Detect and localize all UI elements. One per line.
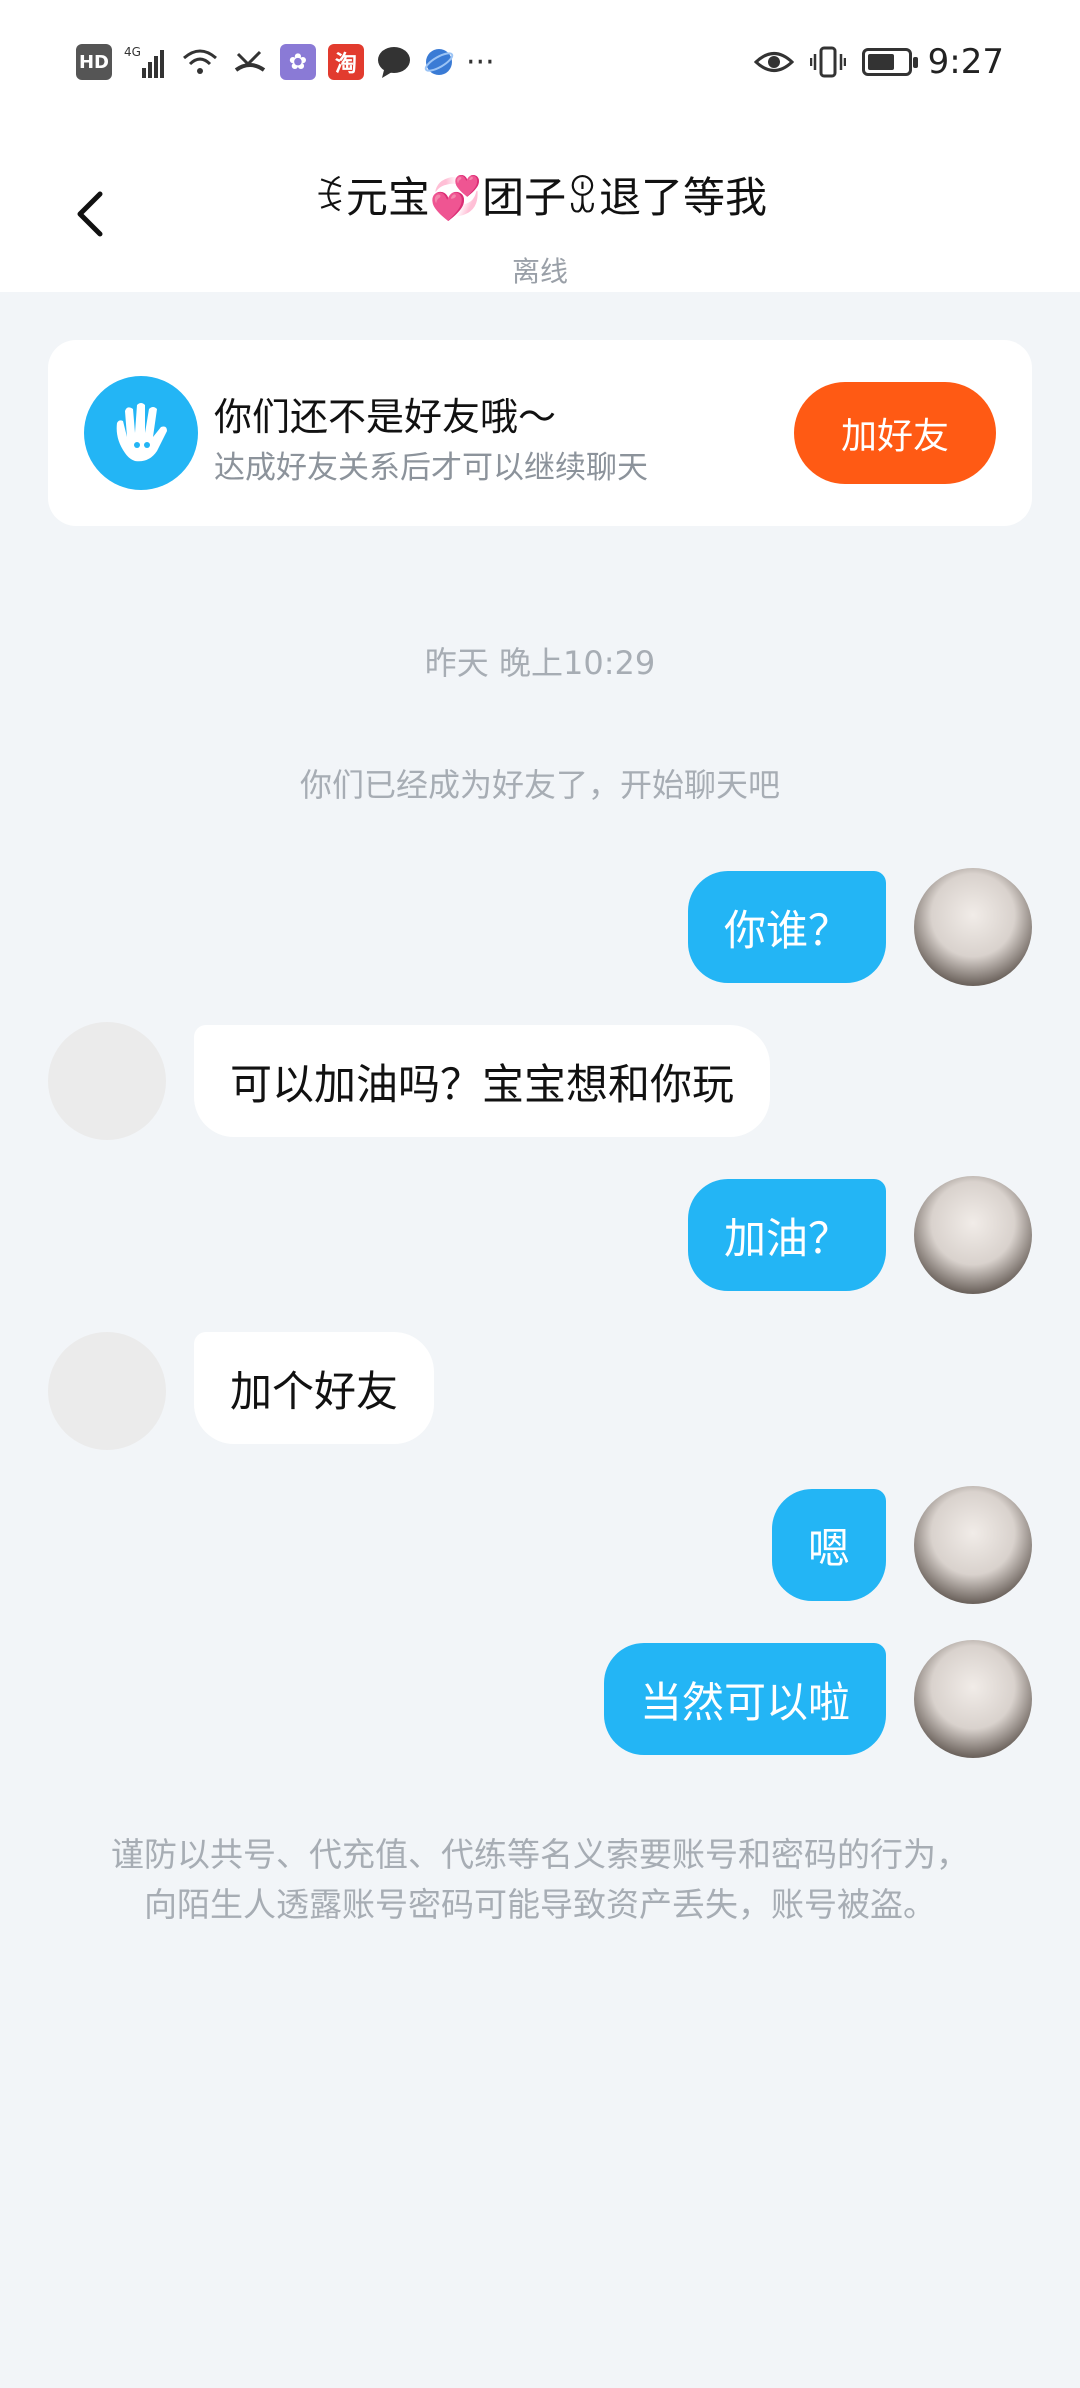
svg-text:4G: 4G <box>124 45 141 59</box>
wave-hand-icon <box>84 376 198 490</box>
browser-icon <box>424 49 454 75</box>
status-bar-left: HD 4G ✿ 淘 ··· <box>76 44 495 80</box>
missed-call-icon <box>234 50 266 72</box>
battery-icon <box>861 48 918 76</box>
my-avatar[interactable] <box>914 1486 1032 1604</box>
message-bubble-sent[interactable]: 嗯 <box>771 1489 886 1601</box>
add-friend-button[interactable]: 加好友 <box>794 382 996 484</box>
message-bubble-sent[interactable]: 当然可以啦 <box>603 1643 886 1755</box>
status-bar: HD 4G ✿ 淘 ··· 9:27 <box>0 0 1080 128</box>
chat-header: ꉂ元宝💞团子ꀾ退了等我 离线 <box>0 128 1080 292</box>
friend-card-title: 你们还不是好友哦～ <box>214 395 557 439</box>
message-bubble-sent[interactable]: 加油？ <box>687 1179 886 1291</box>
vibrate-icon <box>809 46 846 78</box>
contact-status: 离线 <box>511 255 568 288</box>
app-icon: ✿ <box>280 44 316 80</box>
more-dots-icon: ··· <box>466 44 495 80</box>
security-warning: 谨防以共号、代充值、代练等名义索要账号和密码的行为，向陌生人透露账号密码可能导致… <box>111 1835 969 1924</box>
system-message: 你们已经成为好友了，开始聊天吧 <box>299 766 780 804</box>
message-bubble-sent[interactable]: 你谁？ <box>687 871 886 983</box>
friend-request-card: 你们还不是好友哦～ 达成好友关系后才可以继续聊天 加好友 <box>48 340 1032 526</box>
eye-icon <box>753 52 794 72</box>
my-avatar[interactable] <box>914 1176 1032 1294</box>
message-icon <box>378 47 410 78</box>
my-avatar[interactable] <box>914 1640 1032 1758</box>
wifi-icon <box>183 49 217 74</box>
friend-card-subtitle: 达成好友关系后才可以继续聊天 <box>214 450 648 486</box>
taobao-icon: 淘 <box>328 44 364 80</box>
chat-timestamp: 昨天 晚上10:29 <box>424 644 656 682</box>
contact-avatar[interactable] <box>48 1022 166 1140</box>
signal-4g-icon: 4G <box>124 45 164 78</box>
status-bar-right: 9:27 <box>753 42 1004 82</box>
message-bubble-received[interactable]: 加个好友 <box>194 1332 435 1444</box>
my-avatar[interactable] <box>914 868 1032 986</box>
hd-icon: HD <box>76 44 112 80</box>
contact-name[interactable]: ꉂ元宝💞团子ꀾ退了等我 <box>0 164 1080 225</box>
clock: 9:27 <box>927 42 1004 82</box>
message-bubble-received[interactable]: 可以加油吗？宝宝想和你玩 <box>194 1025 771 1137</box>
contact-avatar[interactable] <box>48 1332 166 1450</box>
